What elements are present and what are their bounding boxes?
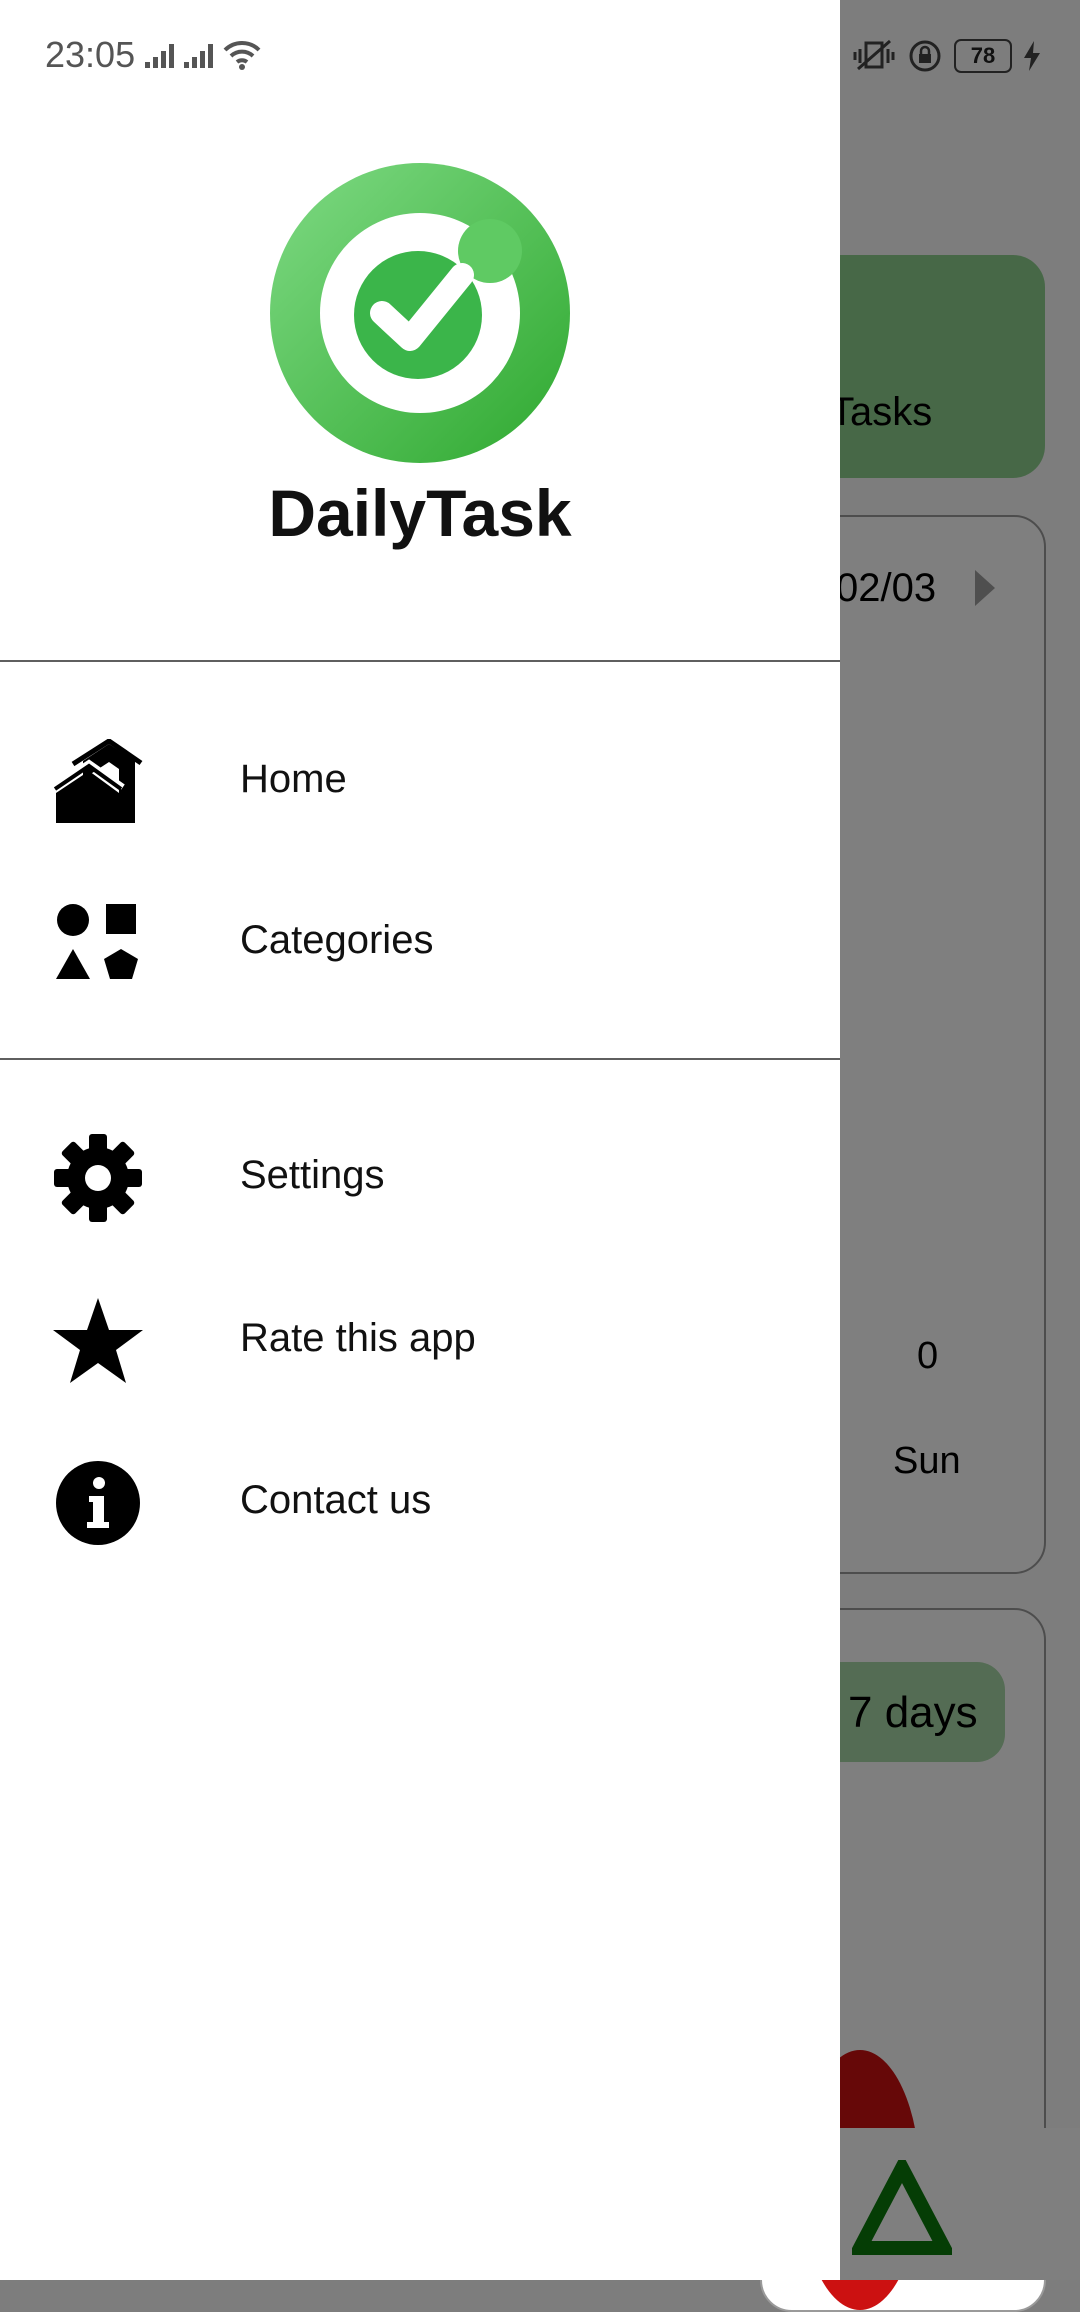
menu-item-settings[interactable]: Settings — [0, 1103, 840, 1253]
navigation-drawer: 23:05 DailyTask Home Categories Settings… — [0, 0, 840, 2280]
gear-icon — [50, 1134, 146, 1222]
menu-item-label: Home — [240, 757, 347, 801]
app-name: DailyTask — [268, 476, 572, 550]
wifi-icon — [223, 40, 261, 70]
menu-item-label: Settings — [240, 1153, 385, 1197]
menu-item-label: Rate this app — [240, 1316, 476, 1360]
status-left: 23:05 — [45, 30, 261, 80]
drawer-divider — [0, 1058, 840, 1060]
drawer-divider — [0, 660, 840, 662]
menu-item-label: Categories — [240, 918, 434, 962]
menu-item-rate[interactable]: Rate this app — [0, 1266, 840, 1416]
info-icon — [50, 1460, 146, 1546]
menu-item-label: Contact us — [240, 1478, 432, 1522]
menu-item-contact[interactable]: Contact us — [0, 1428, 840, 1578]
status-time: 23:05 — [45, 34, 136, 75]
checkmark-circle-logo-icon — [270, 163, 570, 463]
categories-icon — [50, 900, 146, 986]
cell-signal-icon — [145, 42, 175, 68]
menu-item-categories[interactable]: Categories — [0, 868, 840, 1018]
cell-signal-icon — [184, 42, 214, 68]
menu-item-home[interactable]: Home — [0, 707, 840, 857]
home-icon — [50, 739, 146, 825]
star-icon — [50, 1298, 146, 1384]
